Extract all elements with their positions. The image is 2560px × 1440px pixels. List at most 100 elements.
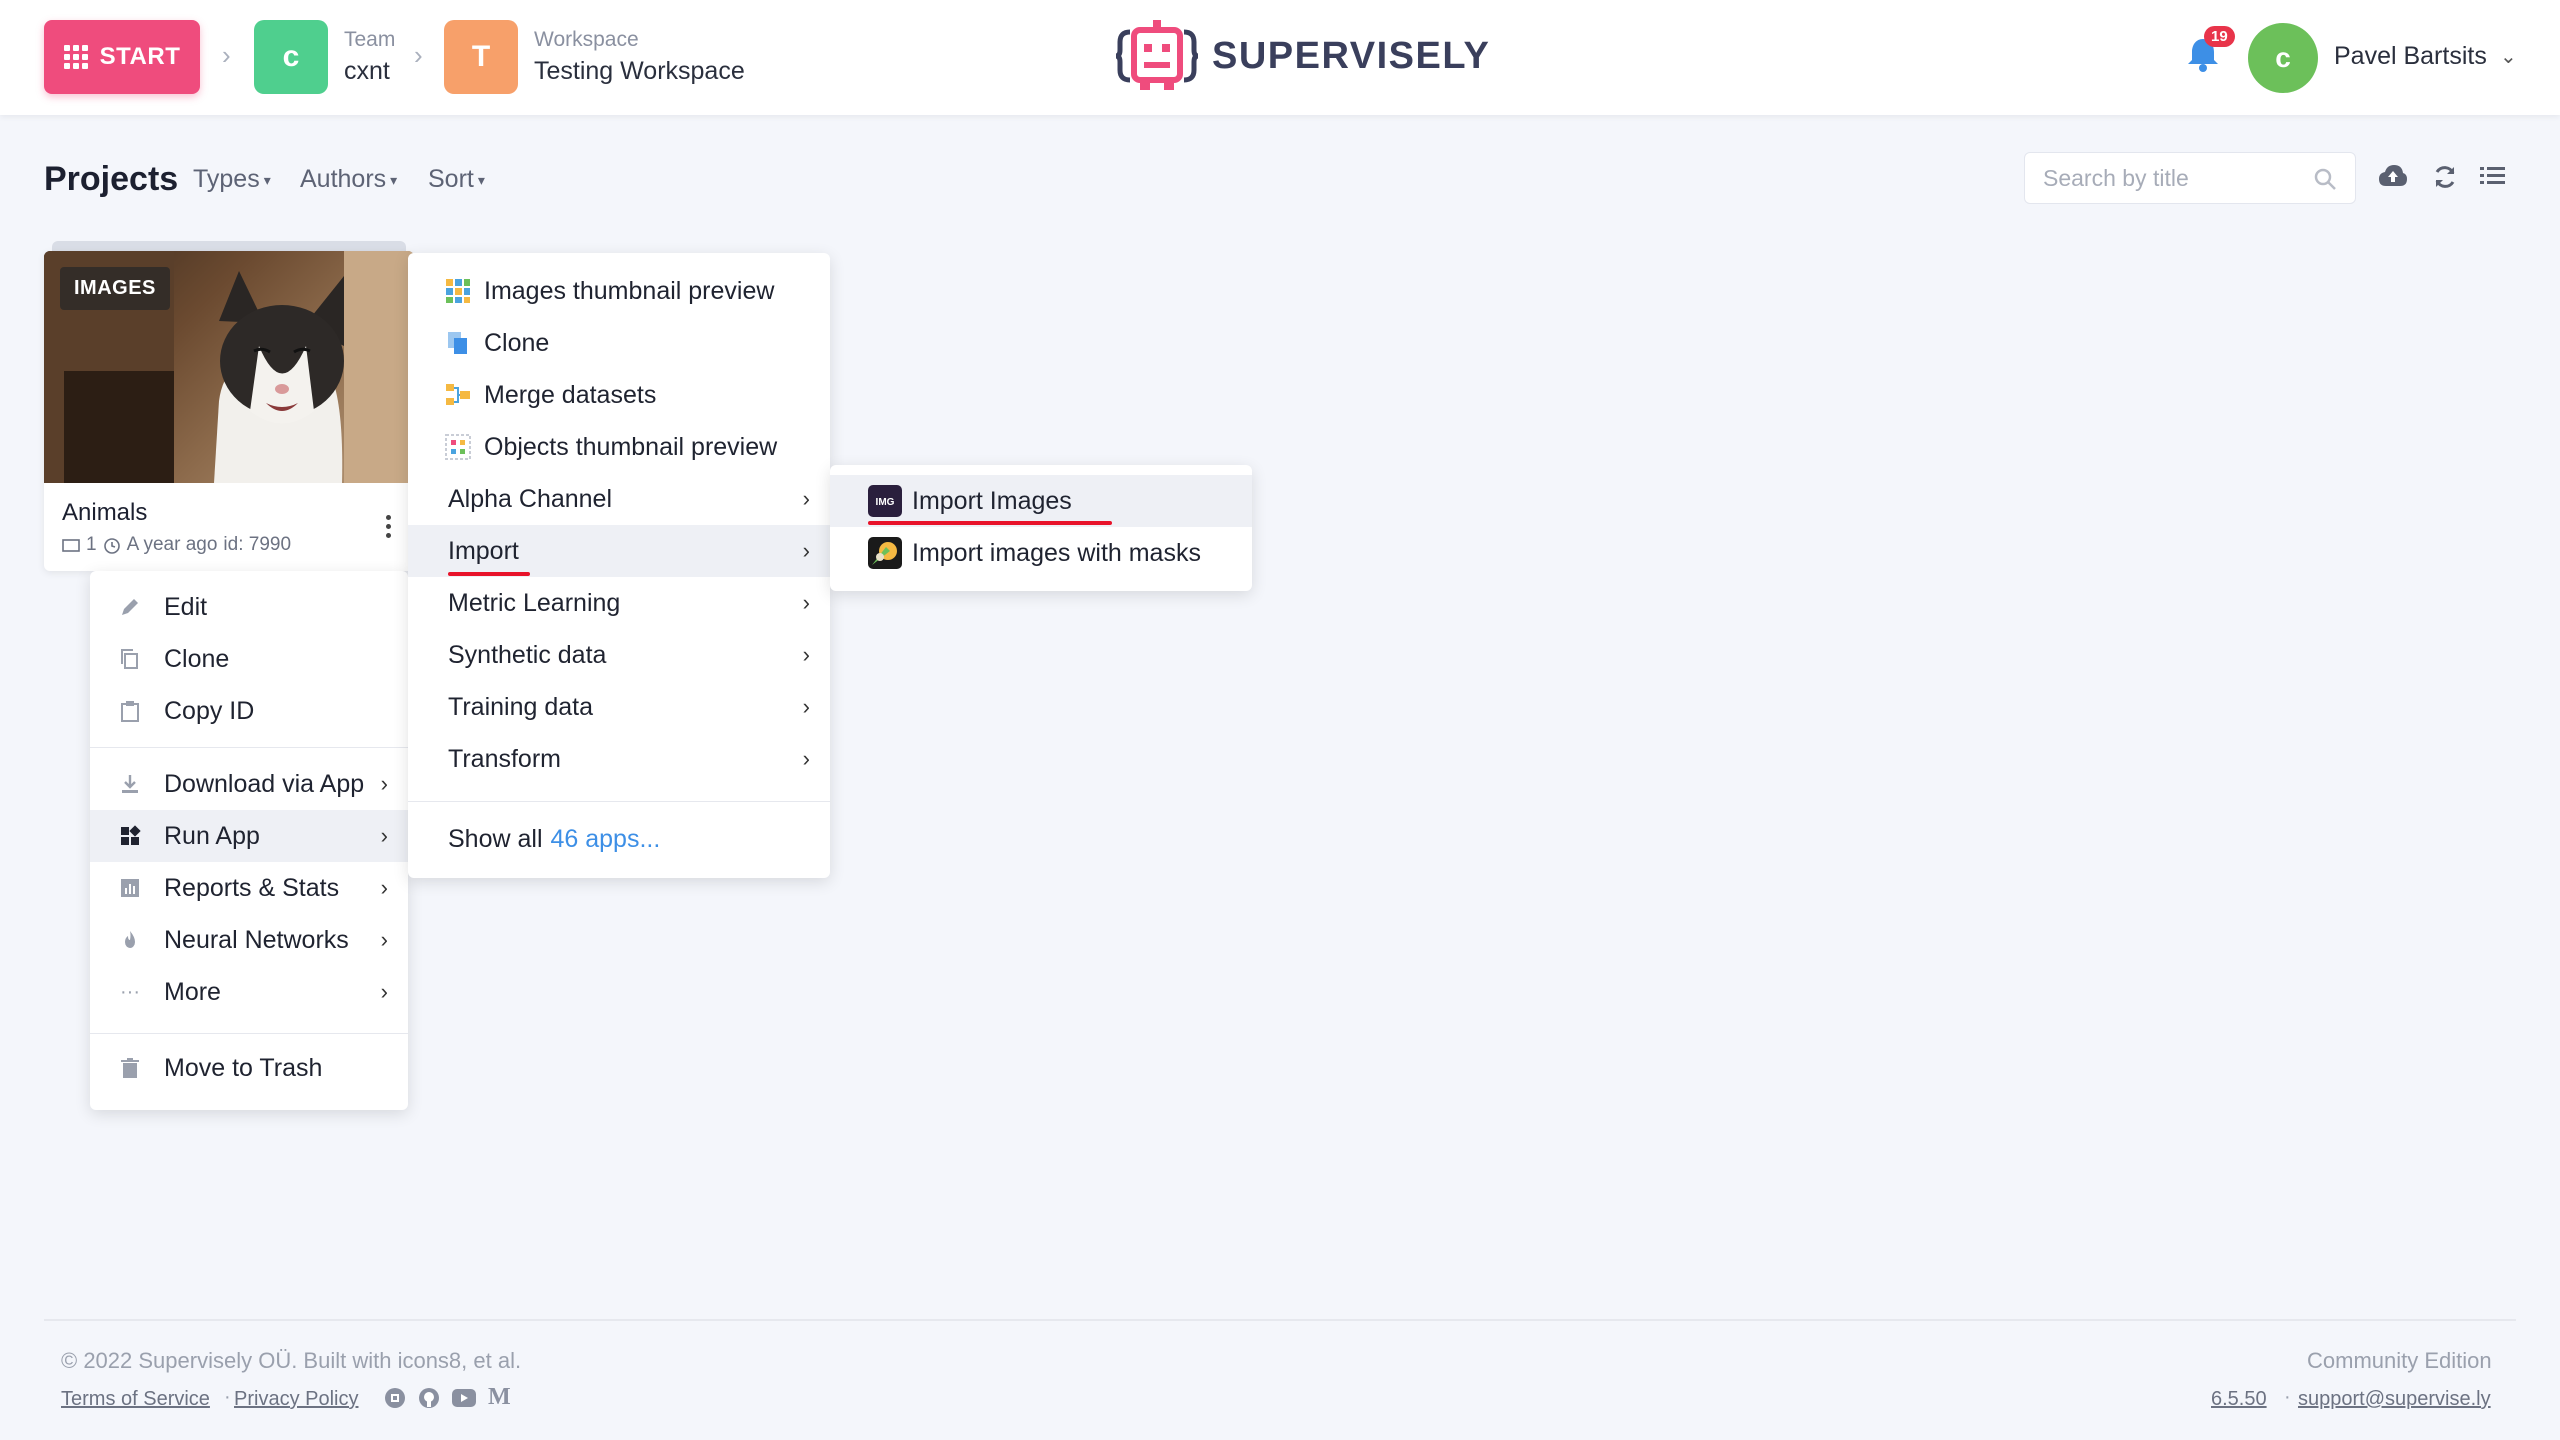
team-name[interactable]: cxnt (344, 57, 390, 86)
category-synthetic-data[interactable]: Synthetic data › (408, 629, 830, 681)
chevron-right-icon: › (802, 746, 810, 771)
updated-time: A year ago (126, 534, 218, 555)
category-transform[interactable]: Transform › (408, 733, 830, 785)
more-vertical-icon[interactable] (386, 515, 391, 538)
search-input[interactable] (2025, 153, 2295, 203)
menu-item-neural-networks[interactable]: Neural Networks › (90, 914, 408, 966)
cloud-upload-icon[interactable] (2378, 164, 2408, 190)
chevron-right-icon: › (380, 771, 388, 796)
notification-count-badge: 19 (2204, 26, 2235, 47)
user-name[interactable]: Pavel Bartsits (2334, 42, 2487, 71)
team-caption: Team (344, 28, 396, 51)
logo-text: SUPERVISELY (1212, 34, 1491, 77)
svg-text:IMG: IMG (876, 497, 895, 508)
version-link[interactable]: 6.5.50 (2211, 1388, 2267, 1411)
img-app-icon: IMG (868, 485, 902, 517)
github-icon[interactable] (418, 1387, 440, 1409)
menu-item-more[interactable]: ··· More › (90, 966, 408, 1018)
search-box (2024, 152, 2356, 204)
workspace-badge[interactable]: T (444, 20, 518, 94)
terms-of-service-link[interactable]: Terms of Service (61, 1388, 210, 1411)
show-all-apps-link[interactable]: 46 apps... (551, 825, 661, 854)
chevron-right-icon: › (802, 694, 810, 719)
chevron-right-icon: › (380, 927, 388, 952)
image-grid-icon (446, 279, 470, 303)
project-name[interactable]: Animals (62, 499, 147, 527)
category-metric-learning[interactable]: Metric Learning › (408, 577, 830, 629)
workspace-name[interactable]: Testing Workspace (534, 57, 745, 86)
project-thumbnail[interactable]: IMAGES (44, 251, 414, 483)
chevron-down-icon[interactable]: ⌄ (2500, 44, 2517, 69)
youtube-icon[interactable] (452, 1389, 476, 1407)
menu-item-copy-id[interactable]: Copy ID (90, 685, 408, 737)
menu-divider (90, 747, 408, 748)
top-bar: START › c Team cxnt › T Workspace Testin… (0, 0, 2560, 115)
start-label: START (99, 43, 181, 70)
menu-divider (408, 801, 830, 802)
footer-dot-separator: · (224, 1386, 231, 1408)
workspace-caption: Workspace (534, 28, 639, 51)
menu-item-download-via-app[interactable]: Download via App › (90, 758, 408, 810)
app-images-thumbnail-preview[interactable]: Images thumbnail preview (408, 265, 830, 317)
chevron-right-icon: › (380, 979, 388, 1004)
menu-item-reports-stats[interactable]: Reports & Stats › (90, 862, 408, 914)
trash-icon (121, 1058, 139, 1078)
flame-icon (125, 931, 135, 948)
category-alpha-channel[interactable]: Alpha Channel › (408, 473, 830, 525)
app-import-images[interactable]: IMG Import Images (830, 475, 1252, 527)
dataset-count: 1 (86, 534, 97, 555)
menu-item-move-to-trash[interactable]: Move to Trash (90, 1042, 408, 1094)
app-clone[interactable]: Clone (408, 317, 830, 369)
start-button[interactable]: START (44, 20, 200, 94)
team-badge[interactable]: c (254, 20, 328, 94)
category-import[interactable]: Import › (408, 525, 830, 577)
category-training-data[interactable]: Training data › (408, 681, 830, 733)
chart-icon (121, 879, 139, 897)
refresh-icon[interactable] (2432, 164, 2458, 190)
app-import-images-with-masks[interactable]: Import images with masks (830, 527, 1252, 579)
project-meta: 1 A year ago id: 7990 (62, 534, 291, 556)
medium-icon[interactable]: M (488, 1384, 511, 1411)
merge-icon (446, 384, 470, 405)
search-icon[interactable] (2313, 167, 2337, 191)
apps-icon (121, 825, 141, 845)
chevron-right-icon: › (802, 642, 810, 667)
menu-divider (90, 1033, 408, 1034)
menu-item-clone[interactable]: Clone (90, 633, 408, 685)
privacy-policy-link[interactable]: Privacy Policy (234, 1388, 358, 1411)
project-id: id: 7990 (223, 534, 292, 555)
import-highlight-underline (448, 572, 530, 576)
project-context-menu: Edit Clone Copy ID Download via App › Run… (90, 571, 408, 1110)
clipboard-icon (121, 701, 139, 722)
copy-icon (121, 649, 138, 669)
supervisely-logo[interactable]: SUPERVISELY (1116, 18, 1490, 94)
slack-icon[interactable] (384, 1387, 406, 1409)
project-card[interactable]: IMAGES Animals 1 A year ago id: 7990 (44, 251, 414, 571)
user-avatar[interactable]: c (2248, 23, 2318, 93)
app-objects-thumbnail-preview[interactable]: Objects thumbnail preview (408, 421, 830, 473)
project-type-badge: IMAGES (60, 267, 170, 310)
chevron-right-icon: › (380, 823, 388, 848)
download-icon (122, 775, 138, 793)
apps-grid-icon (63, 45, 88, 69)
sort-filter[interactable]: Sort ▾ (428, 165, 485, 194)
menu-item-edit[interactable]: Edit (90, 581, 408, 633)
show-all-apps[interactable]: Show all 46 apps... (408, 813, 830, 865)
clock-icon (103, 538, 120, 554)
clone-docs-icon (448, 332, 467, 354)
breadcrumb-chevron-icon: › (222, 40, 231, 70)
menu-item-run-app[interactable]: Run App › (90, 810, 408, 862)
folder-icon (62, 539, 80, 552)
objects-grid-icon (445, 434, 471, 460)
pencil-icon (122, 599, 138, 615)
robot-logo-icon (1116, 20, 1198, 90)
authors-filter[interactable]: Authors ▾ (300, 165, 397, 194)
chevron-right-icon: › (802, 486, 810, 511)
list-view-icon[interactable] (2480, 164, 2506, 188)
chevron-right-icon: › (802, 590, 810, 615)
masks-app-icon (868, 537, 902, 569)
support-email-link[interactable]: support@supervise.ly (2298, 1388, 2491, 1411)
import-images-highlight-underline (868, 521, 1112, 525)
app-merge-datasets[interactable]: Merge datasets (408, 369, 830, 421)
types-filter[interactable]: Types ▾ (193, 165, 271, 194)
